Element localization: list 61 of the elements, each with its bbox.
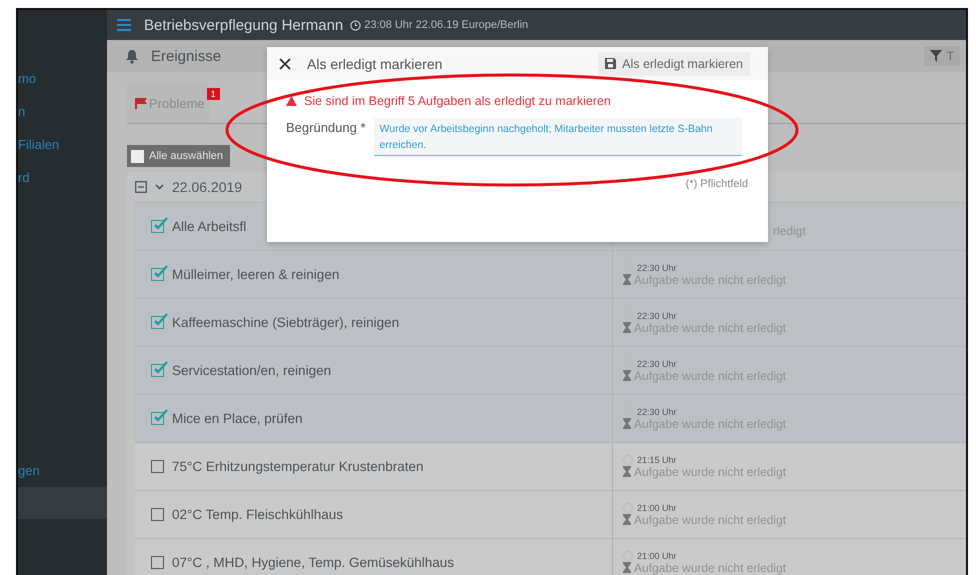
time-text: 21:00 Uhr: [637, 550, 677, 560]
input-field[interactable]: Wurde vor Arbeitsbeginn nachgeholt; Mitarbeiter mussten letzte S-Bahn erreichen.: [374, 118, 742, 156]
checkbox[interactable]: [151, 556, 164, 569]
clock-icon: [623, 454, 633, 464]
field-label: Begründung *: [286, 119, 366, 137]
hourglass-icon: [623, 370, 631, 381]
time-text: 21:00 Uhr: [637, 502, 677, 512]
flag-icon: [135, 98, 147, 108]
task-name: 02°C Temp. Fleischkühlhaus: [172, 507, 343, 522]
clock-icon: [350, 20, 362, 30]
clock-icon: [623, 502, 633, 512]
filter-button[interactable]: T: [924, 46, 960, 66]
clock-icon: [623, 550, 633, 560]
time-text: 22:30 Uhr: [637, 358, 677, 368]
task-name: Servicestation/en, reinigen: [172, 363, 332, 378]
time-text: 22:30 Uhr: [637, 406, 677, 416]
count-badge: 1: [206, 88, 220, 100]
menu-icon[interactable]: [117, 19, 131, 31]
time-text: 21:15 Uhr: [637, 454, 677, 464]
checkbox[interactable]: [151, 508, 164, 521]
sidebar-item[interactable]: Filialen: [18, 128, 107, 161]
close-icon: [279, 58, 291, 70]
hourglass-icon: [623, 466, 631, 477]
section-title: Ereignisse: [151, 48, 222, 64]
hourglass-icon: [623, 418, 631, 429]
task-name: 07°C , MHD, Hygiene, Temp. Gemüsekühlhaus: [172, 555, 454, 570]
sidebar-item[interactable]: rd: [18, 161, 107, 194]
required-note: (*) Pflichtfeld: [684, 178, 748, 190]
task-name: Mice en Place, prüfen: [172, 411, 303, 426]
status-text: Aufgabe wurde nicht erledigt: [634, 512, 786, 526]
warning-text: Sie sind im Begriff 5 Aufgaben als erledigt zu markieren: [304, 94, 611, 108]
sidebar-item[interactable]: gen: [18, 454, 107, 487]
task-name: Mülleimer, leeren & reinigen: [172, 267, 340, 282]
clock-icon: [623, 262, 633, 272]
hourglass-icon: [623, 562, 631, 573]
dialog-title: Als erledigt markieren: [307, 56, 442, 72]
collapse-icon[interactable]: [135, 181, 147, 193]
status-text: Aufgabe wurde nicht erledigt: [634, 560, 786, 574]
task-name: 75°C Erhitzungstemperatur Krustenbraten: [172, 459, 424, 474]
select-all-button[interactable]: Alle auswählen: [127, 145, 230, 167]
sidebar-item[interactable]: n: [18, 95, 107, 128]
hourglass-icon: [623, 322, 631, 333]
clock-icon: [623, 310, 633, 320]
app-title: Betriebsverpflegung Hermann: [144, 16, 344, 34]
time-text: 22:30 Uhr: [637, 262, 677, 272]
save-button[interactable]: Als erledigt markieren: [598, 52, 750, 76]
hourglass-icon: [623, 514, 631, 525]
clock-icon: [623, 406, 633, 416]
checkbox[interactable]: [151, 460, 164, 473]
floppy-icon: [605, 58, 616, 69]
clock-text: 23:08 Uhr 22.06.19 Europe/Berlin: [364, 19, 528, 31]
bell-icon: [125, 48, 139, 64]
filter-icon: [930, 50, 942, 62]
clock-icon: [623, 358, 633, 368]
task-name: Alle Arbeitsfl: [172, 219, 246, 234]
time-text: 22:30 Uhr: [637, 310, 677, 320]
hourglass-icon: [623, 274, 631, 285]
status-text: Aufgabe wurde nicht erledigt: [634, 464, 786, 478]
warning-icon: [286, 96, 297, 106]
task-name: Kaffeemaschine (Siebträger), reinigen: [172, 315, 400, 330]
sidebar-item[interactable]: mo: [18, 62, 107, 95]
